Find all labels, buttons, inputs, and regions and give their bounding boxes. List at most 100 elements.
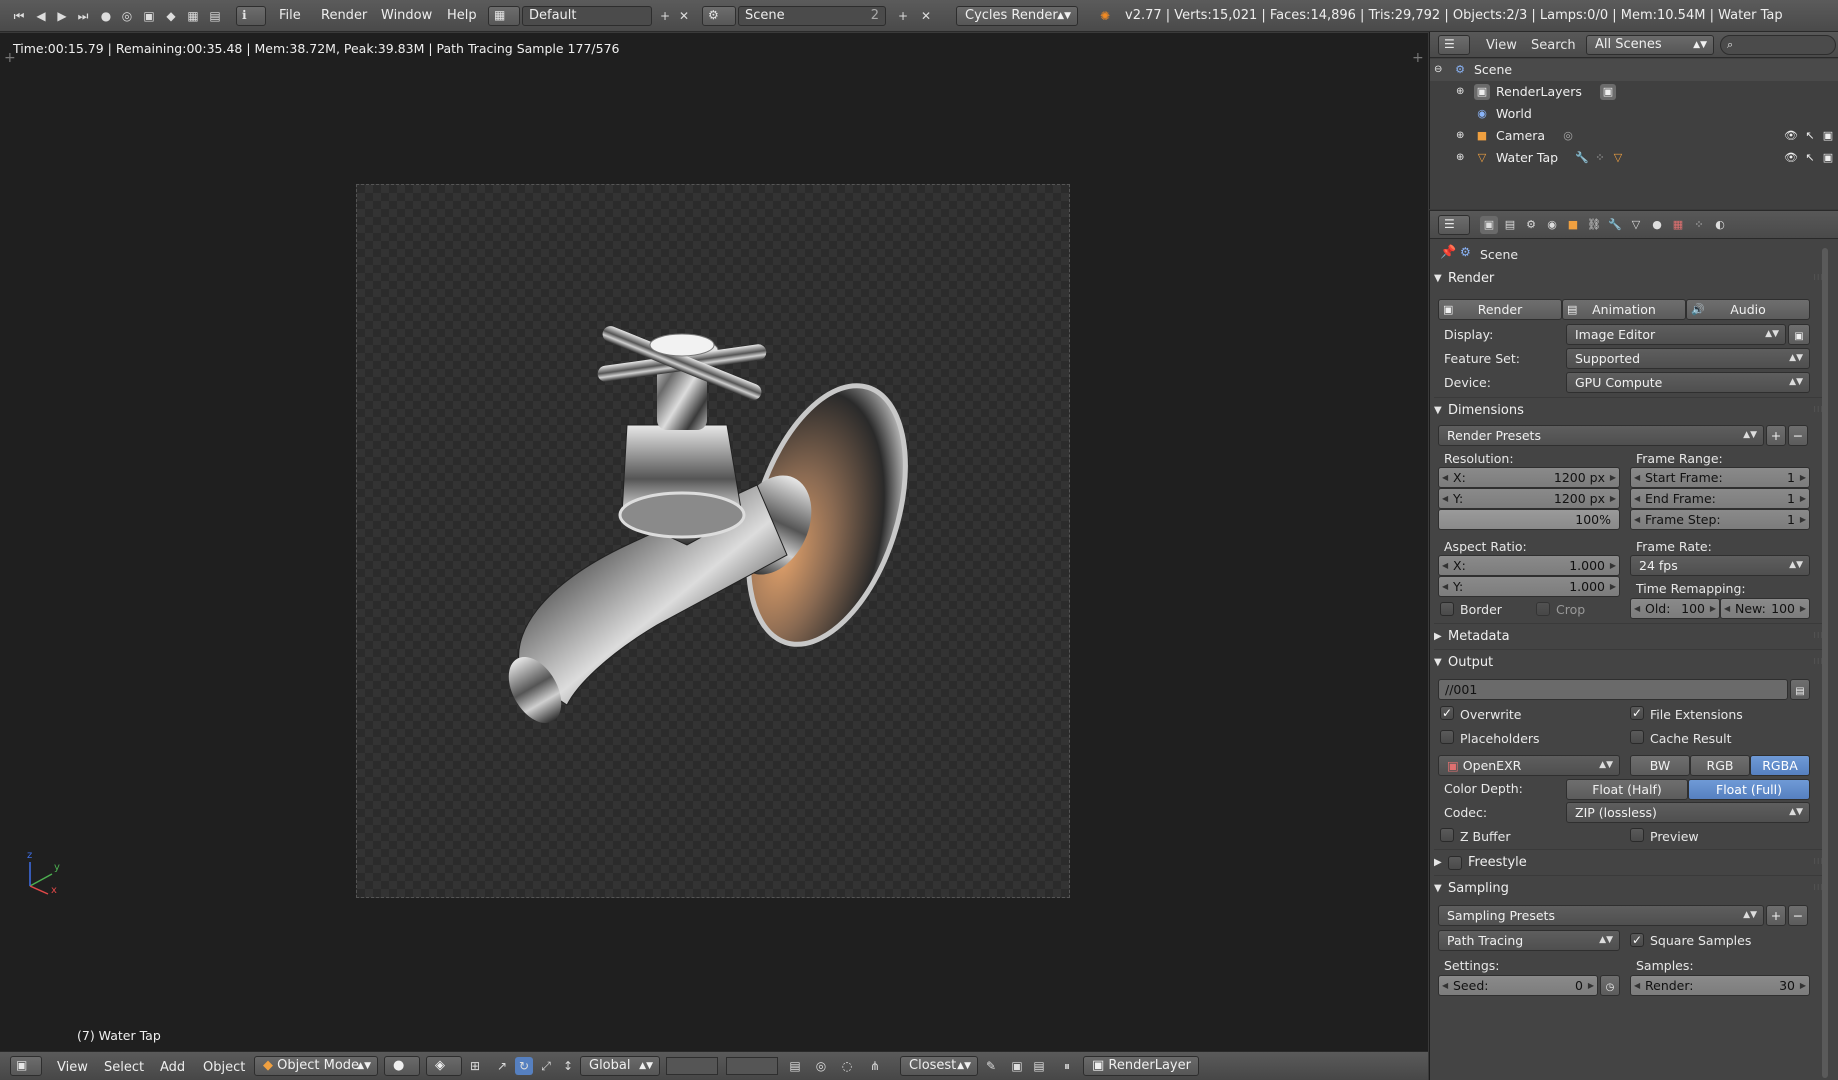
metadata-panel-title[interactable]: Metadata xyxy=(1448,629,1510,644)
animated-seed-button[interactable]: ◷ xyxy=(1600,975,1620,996)
file-extensions-checkbox[interactable]: ✓ xyxy=(1630,706,1644,720)
visibility-eye-icon[interactable]: 👁 xyxy=(1783,150,1799,166)
increment-arrow-icon[interactable]: ▶ xyxy=(1800,510,1806,529)
decrement-arrow-icon[interactable]: ◀ xyxy=(1442,489,1448,508)
render-anim-icon[interactable]: ▤ xyxy=(1030,1057,1048,1075)
expand-icon[interactable]: ⊕ xyxy=(1456,81,1464,103)
float-full-button[interactable]: Float (Full) xyxy=(1688,779,1810,800)
outliner-editor-type[interactable]: ☰ xyxy=(1438,35,1470,55)
render-samples-field[interactable]: ◀ Render: 30 ▶ xyxy=(1630,975,1810,996)
pivot-select[interactable]: ◈ xyxy=(426,1056,462,1076)
outliner-row-camera[interactable]: ⊕ ■ Camera ◎ 👁 ↖ ▣ xyxy=(1430,125,1838,147)
select-cursor-icon[interactable]: ↖ xyxy=(1802,128,1818,144)
layers-group-2[interactable] xyxy=(726,1057,778,1075)
time-remap-old-field[interactable]: ◀ Old: 100 ▶ xyxy=(1630,598,1720,619)
device-select[interactable]: GPU Compute ▲▼ xyxy=(1566,372,1810,393)
decrement-arrow-icon[interactable]: ◀ xyxy=(1634,976,1640,995)
start-frame-field[interactable]: ◀ Start Frame: 1 ▶ xyxy=(1630,467,1810,488)
increment-arrow-icon[interactable]: ▶ xyxy=(1800,976,1806,995)
pause-icon[interactable]: ⏸ xyxy=(1058,1057,1076,1075)
proportional-edit-icon[interactable]: ◎ xyxy=(812,1057,830,1075)
decrement-arrow-icon[interactable]: ◀ xyxy=(1442,577,1448,596)
output-path-input[interactable]: //001 xyxy=(1438,679,1788,700)
file-format-select[interactable]: ▣ OpenEXR ▲▼ xyxy=(1438,755,1620,776)
color-bw-button[interactable]: BW xyxy=(1630,755,1690,776)
render-opengl-icon[interactable]: ▣ xyxy=(1008,1057,1026,1075)
outliner-row-water-tap[interactable]: ⊕ ▽ Water Tap 🔧 ⁘ ▽ 👁 ↖ ▣ xyxy=(1430,147,1838,169)
outliner-display-select[interactable]: All Scenes ▲▼ xyxy=(1586,35,1714,55)
material-tab-icon[interactable]: ● xyxy=(1648,216,1666,234)
remove-layout-icon[interactable]: ✕ xyxy=(675,7,693,25)
resolution-percent-slider[interactable]: 100% xyxy=(1438,509,1620,530)
jump-end-icon[interactable]: ⏭ xyxy=(74,7,92,25)
browse-folder-button[interactable]: ▤ xyxy=(1790,679,1810,700)
increment-arrow-icon[interactable]: ▶ xyxy=(1800,468,1806,487)
cache-result-checkbox[interactable] xyxy=(1630,730,1644,744)
prev-frame-icon[interactable]: ◀ xyxy=(32,7,50,25)
modifiers-tab-icon[interactable]: 🔧 xyxy=(1606,216,1624,234)
seed-field[interactable]: ◀ Seed: 0 ▶ xyxy=(1438,975,1598,996)
keyframe-icon[interactable]: ▣ xyxy=(140,7,158,25)
render-presets-select[interactable]: Render Presets ▲▼ xyxy=(1438,425,1764,446)
menu-help[interactable]: Help xyxy=(447,8,477,23)
render-camera-icon[interactable]: ▣ xyxy=(1820,150,1836,166)
outliner-menu-view[interactable]: View xyxy=(1486,38,1517,53)
pin-icon[interactable]: 📌 xyxy=(1440,245,1456,260)
sampling-panel-title[interactable]: Sampling xyxy=(1448,881,1509,896)
placeholders-checkbox[interactable] xyxy=(1440,730,1454,744)
collapse-icon[interactable]: ⊖ xyxy=(1434,59,1442,81)
outliner-row-scene[interactable]: ⊖ ⚙ Scene xyxy=(1430,59,1838,81)
lock-interface-button[interactable]: ▣ xyxy=(1788,324,1810,345)
add-layout-icon[interactable]: + xyxy=(656,7,674,25)
manipulator-toggle-icon[interactable]: ⊞ xyxy=(466,1057,484,1075)
snap-target-select[interactable]: Closest ▲▼ xyxy=(900,1056,978,1076)
z-buffer-checkbox[interactable] xyxy=(1440,828,1454,842)
layers-group-1[interactable] xyxy=(666,1057,718,1075)
properties-editor-type[interactable]: ☰ xyxy=(1438,215,1470,235)
menu-window[interactable]: Window xyxy=(381,8,432,23)
freestyle-checkbox[interactable] xyxy=(1448,856,1462,870)
layout-picker[interactable]: ▦ xyxy=(488,6,520,26)
collapse-arrow-icon[interactable]: ▼ xyxy=(1434,657,1442,668)
menu-file[interactable]: File xyxy=(279,8,301,23)
transform-icon[interactable]: ↕ xyxy=(559,1057,577,1075)
texture-tab-icon[interactable]: ▦ xyxy=(1669,216,1687,234)
menu-object[interactable]: Object xyxy=(203,1060,245,1075)
codec-select[interactable]: ZIP (lossless) ▲▼ xyxy=(1566,802,1810,823)
remove-preset-button[interactable]: − xyxy=(1788,425,1808,446)
constraints-tab-icon[interactable]: ⛓ xyxy=(1585,216,1603,234)
keying-icon[interactable]: ◎ xyxy=(118,7,136,25)
render-camera-icon[interactable]: ▣ xyxy=(1820,128,1836,144)
audio-button[interactable]: 🔊 Audio xyxy=(1686,299,1810,320)
corner-widget-right[interactable]: + xyxy=(1412,50,1424,66)
scene-picker[interactable]: ⚙ xyxy=(702,6,736,26)
collapse-arrow-icon[interactable]: ▼ xyxy=(1434,273,1442,284)
frame-step-field[interactable]: ◀ Frame Step: 1 ▶ xyxy=(1630,509,1810,530)
corner-widget-left[interactable]: + xyxy=(4,50,16,66)
play-icon[interactable]: ▶ xyxy=(53,7,71,25)
editor-type-button[interactable]: ▣ xyxy=(10,1056,42,1076)
world-tab-icon[interactable]: ◉ xyxy=(1543,216,1561,234)
translate-icon[interactable]: ↗ xyxy=(493,1057,511,1075)
object-tab-icon[interactable]: ■ xyxy=(1564,216,1582,234)
color-rgba-button[interactable]: RGBA xyxy=(1750,755,1810,776)
border-checkbox[interactable] xyxy=(1440,602,1454,616)
decrement-arrow-icon[interactable]: ◀ xyxy=(1442,556,1448,575)
resolution-y-field[interactable]: ◀ Y: 1200 px ▶ xyxy=(1438,488,1620,509)
scene-tab-icon[interactable]: ⚙ xyxy=(1522,216,1540,234)
time-remap-new-field[interactable]: ◀ New: 100 ▶ xyxy=(1720,598,1810,619)
scale-icon[interactable]: ⤢ xyxy=(537,1057,555,1075)
jump-start-icon[interactable]: ⏮ xyxy=(10,7,28,25)
camera-view-icon[interactable]: ▤ xyxy=(206,7,224,25)
aspect-x-field[interactable]: ◀ X: 1.000 ▶ xyxy=(1438,555,1620,576)
decrement-arrow-icon[interactable]: ◀ xyxy=(1442,468,1448,487)
increment-arrow-icon[interactable]: ▶ xyxy=(1800,599,1806,618)
particles-tab-icon[interactable]: ⁘ xyxy=(1690,216,1708,234)
shading-select[interactable]: ● xyxy=(384,1056,420,1076)
square-samples-checkbox[interactable]: ✓ xyxy=(1630,933,1644,947)
increment-arrow-icon[interactable]: ▶ xyxy=(1710,599,1716,618)
menu-render[interactable]: Render xyxy=(321,8,367,23)
add-scene-icon[interactable]: + xyxy=(894,7,912,25)
properties-scrollbar[interactable] xyxy=(1822,248,1828,1078)
decrement-arrow-icon[interactable]: ◀ xyxy=(1442,976,1448,995)
